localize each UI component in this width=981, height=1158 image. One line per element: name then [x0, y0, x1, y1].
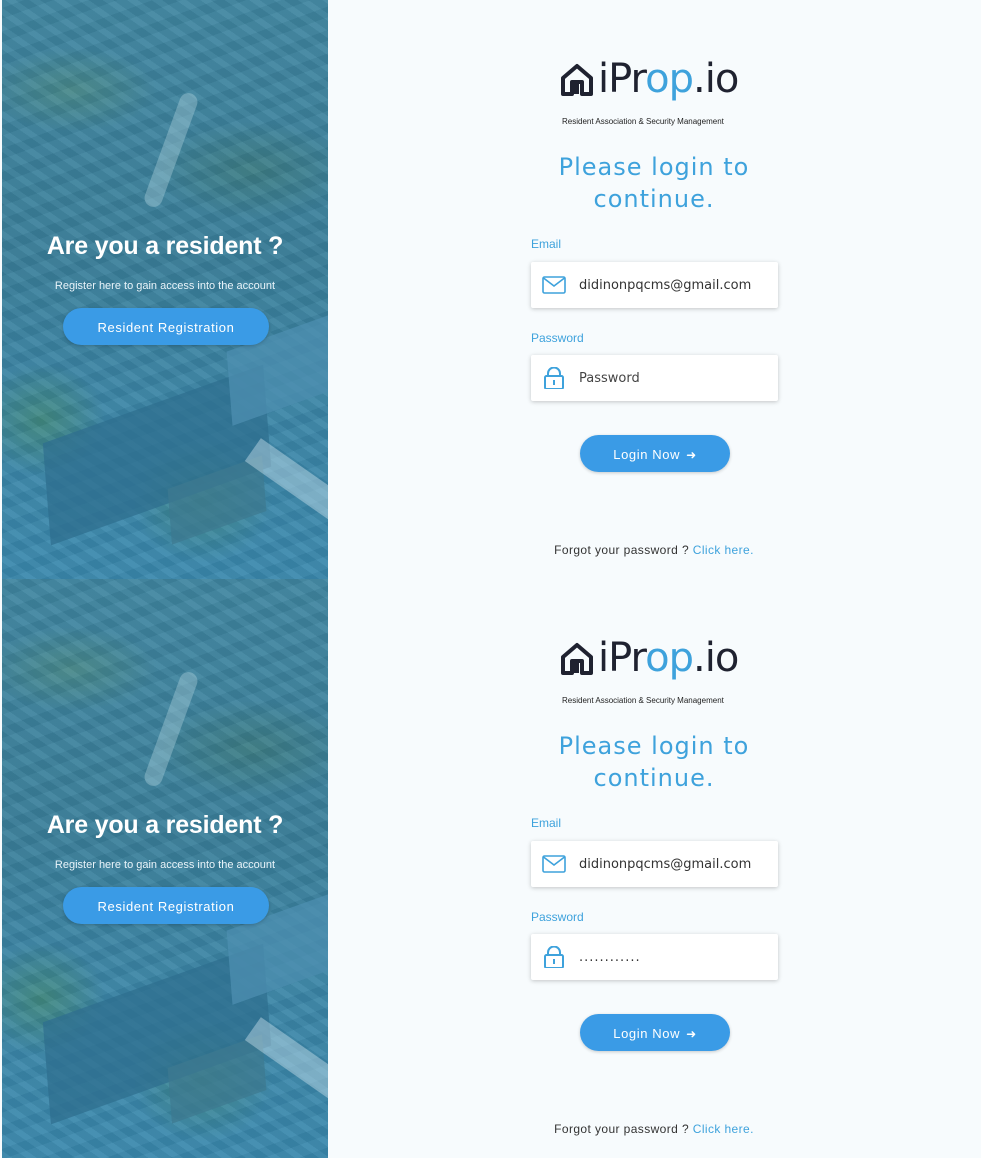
forgot-password-row: Forgot your password ? Click here.	[530, 543, 778, 557]
logo-tagline: Resident Association & Security Manageme…	[562, 696, 724, 705]
hero-subtitle: Register here to gain access into the ac…	[54, 859, 276, 871]
password-field-container	[531, 355, 778, 401]
password-label: Password	[531, 910, 584, 924]
email-field-container	[531, 841, 778, 887]
email-label: Email	[531, 816, 562, 830]
iprop-logo: iProp.io Resident Association & Security…	[560, 56, 760, 132]
hero-title: Are you a resident ?	[46, 232, 284, 260]
email-input[interactable]	[579, 841, 769, 887]
login-button-label: Login Now	[613, 447, 681, 462]
email-field-container	[531, 262, 778, 308]
password-input[interactable]	[579, 355, 769, 401]
envelope-icon	[542, 855, 566, 873]
login-screen-state-1: Are you a resident ? Register here to ga…	[0, 0, 981, 579]
sign-in-icon: ➜	[686, 448, 697, 462]
sign-in-icon: ➜	[686, 1027, 697, 1041]
resident-registration-button[interactable]: Resident Registration	[63, 308, 269, 345]
email-label: Email	[531, 237, 562, 251]
resident-hero-panel: Are you a resident ? Register here to ga…	[2, 579, 328, 1158]
logo-wordmark: iProp.io	[598, 56, 739, 102]
lock-icon	[544, 367, 564, 389]
hero-subtitle: Register here to gain access into the ac…	[54, 280, 276, 292]
logo-wordmark: iProp.io	[598, 635, 739, 681]
resident-registration-button[interactable]: Resident Registration	[63, 887, 269, 924]
password-input[interactable]	[579, 934, 769, 980]
login-now-button[interactable]: Login Now ➜	[580, 435, 730, 472]
forgot-password-row: Forgot your password ? Click here.	[530, 1122, 778, 1136]
login-button-label: Login Now	[613, 1026, 681, 1041]
forgot-password-text: Forgot your password ?	[554, 1122, 690, 1136]
forgot-password-link[interactable]: Click here.	[693, 543, 754, 557]
password-label: Password	[531, 331, 584, 345]
password-field-container	[531, 934, 778, 980]
forgot-password-text: Forgot your password ?	[554, 543, 690, 557]
login-heading: Please login to continue.	[558, 732, 750, 792]
envelope-icon	[542, 276, 566, 294]
hero-title: Are you a resident ?	[46, 811, 284, 839]
login-screen-state-2: Are you a resident ? Register here to ga…	[0, 579, 981, 1158]
resident-hero-panel: Are you a resident ? Register here to ga…	[2, 0, 328, 579]
house-logo-icon	[561, 643, 593, 675]
logo-tagline: Resident Association & Security Manageme…	[562, 117, 724, 126]
login-now-button[interactable]: Login Now ➜	[580, 1014, 730, 1051]
house-logo-icon	[561, 64, 593, 96]
iprop-logo: iProp.io Resident Association & Security…	[560, 635, 760, 711]
forgot-password-link[interactable]: Click here.	[693, 1122, 754, 1136]
lock-icon	[544, 946, 564, 968]
login-heading: Please login to continue.	[558, 153, 750, 213]
email-input[interactable]	[579, 262, 769, 308]
